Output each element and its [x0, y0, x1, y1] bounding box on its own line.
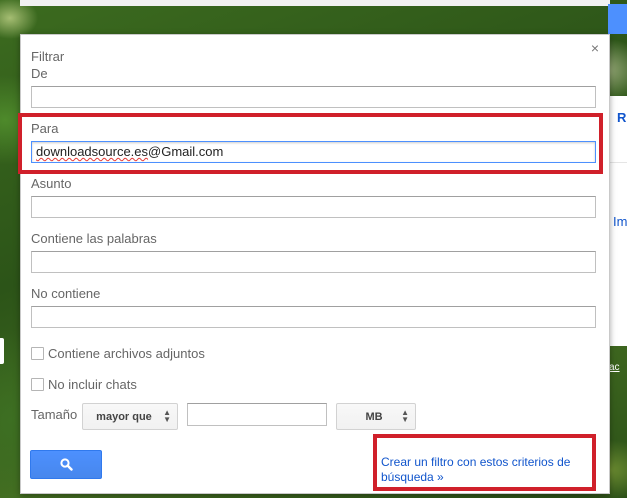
dialog-title: Filtrar	[31, 49, 65, 64]
from-field[interactable]	[31, 86, 596, 108]
gmail-search-button-partial[interactable]	[608, 4, 627, 34]
from-label: De	[31, 66, 48, 81]
filter-dialog: × Filtrar De Para downloadsource.es@Gmai…	[20, 34, 610, 494]
right-panel-text-im[interactable]: Im	[613, 214, 627, 229]
create-filter-link[interactable]: Crear un filtro con estos criterios de b…	[381, 455, 591, 485]
no-chats-label[interactable]: No incluir chats	[48, 377, 137, 392]
select-arrows-icon: ▲ ▼	[401, 408, 409, 424]
size-value-input[interactable]	[187, 403, 327, 426]
doesnt-have-field[interactable]	[31, 306, 596, 328]
size-comparison-value: mayor que	[96, 410, 152, 423]
doesnt-have-label: No contiene	[31, 286, 101, 301]
size-unit-value: MB	[365, 410, 383, 423]
to-label: Para	[31, 121, 59, 136]
search-icon	[59, 458, 73, 471]
right-panel-text-r[interactable]: R	[617, 110, 626, 125]
close-icon[interactable]: ×	[591, 41, 599, 55]
subject-label: Asunto	[31, 176, 72, 191]
size-label: Tamaño	[31, 407, 78, 422]
search-button[interactable]	[30, 450, 102, 479]
has-attachment-row[interactable]: Contiene archivos adjuntos	[31, 346, 205, 361]
no-chats-row[interactable]: No incluir chats	[31, 377, 137, 392]
has-words-label: Contiene las palabras	[31, 231, 157, 246]
has-attachment-checkbox[interactable]	[31, 347, 44, 360]
left-edge-element	[0, 338, 4, 364]
has-attachment-label[interactable]: Contiene archivos adjuntos	[48, 346, 205, 361]
size-comparison-select[interactable]: mayor que ▲ ▼	[82, 403, 178, 430]
to-field-value: downloadsource.es@Gmail.com	[36, 144, 223, 159]
subject-field[interactable]	[31, 196, 596, 218]
select-arrows-icon: ▲ ▼	[163, 408, 171, 424]
gmail-top-bar	[20, 0, 610, 6]
to-value-misspelled-part: downloadsource.es	[36, 144, 149, 159]
to-value-domain: @Gmail.com	[148, 144, 224, 159]
no-chats-checkbox[interactable]	[31, 378, 44, 391]
has-words-field[interactable]	[31, 251, 596, 273]
size-unit-select[interactable]: MB ▲ ▼	[336, 403, 416, 430]
